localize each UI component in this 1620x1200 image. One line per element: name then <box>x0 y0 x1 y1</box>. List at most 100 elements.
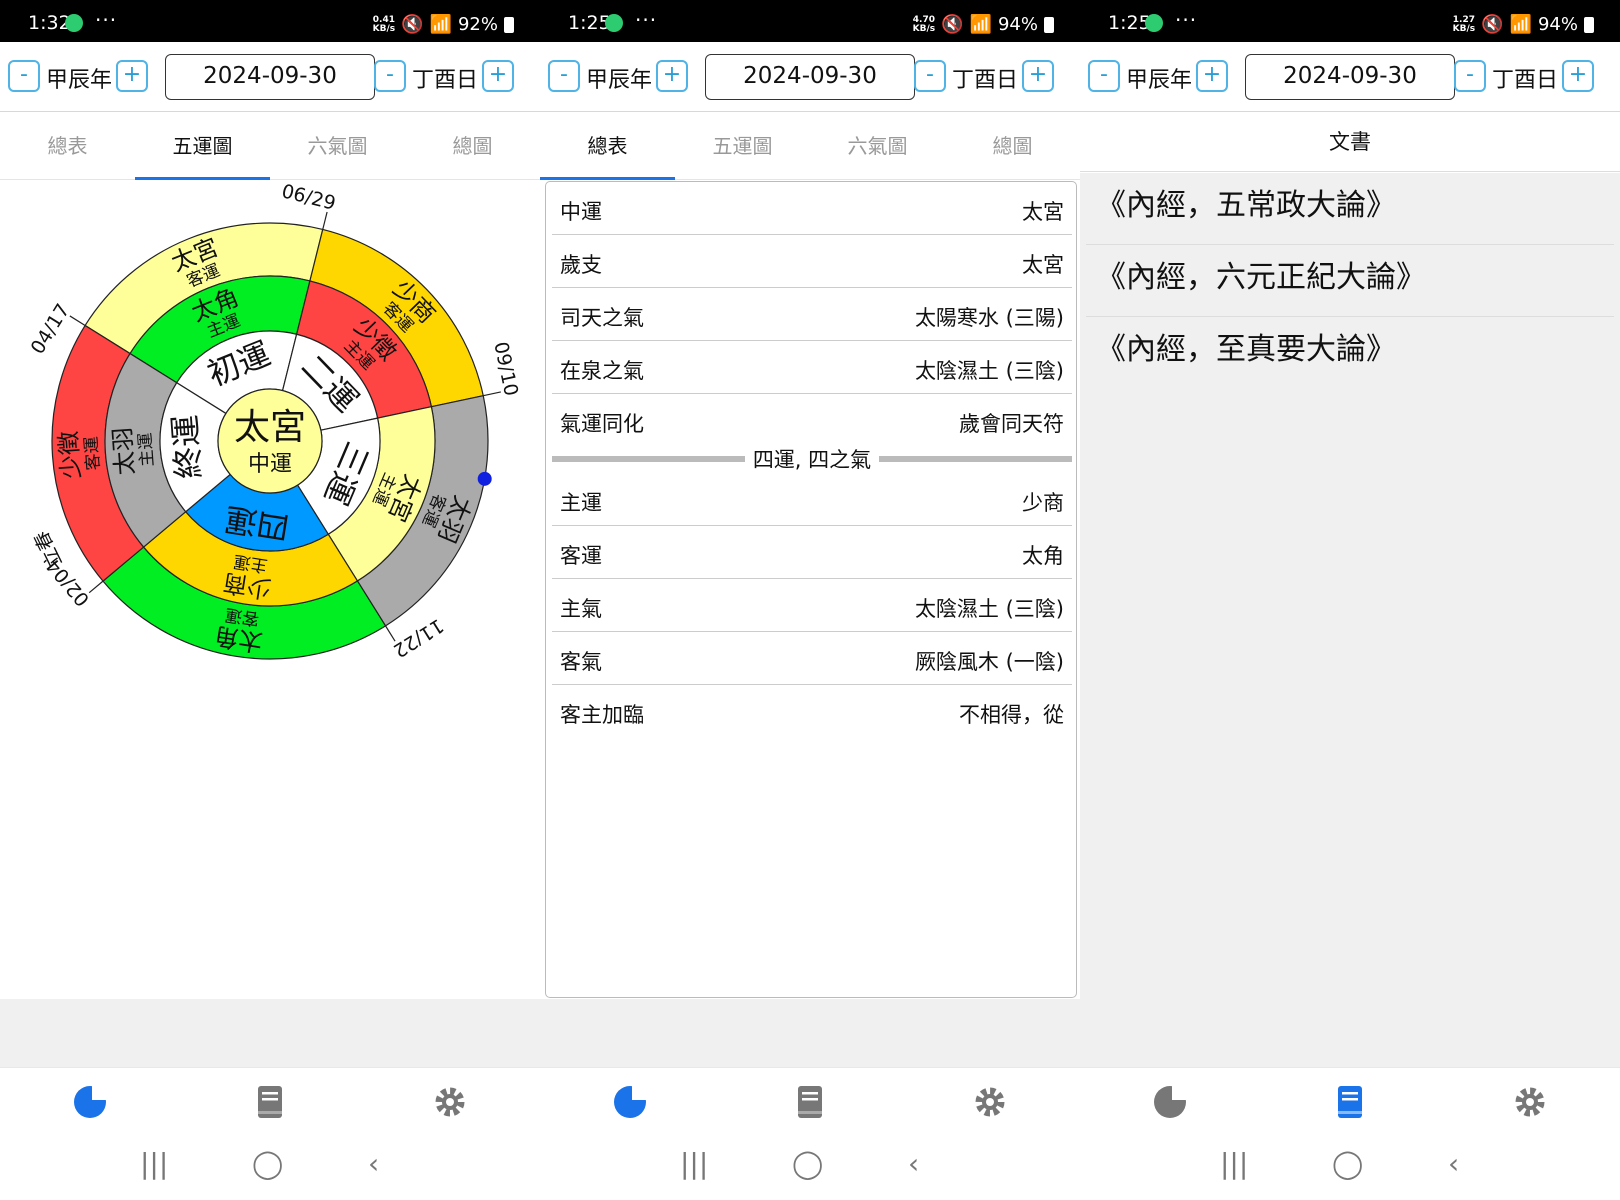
tab-summary[interactable]: 總表 <box>0 112 135 180</box>
battery-icon <box>1584 16 1594 33</box>
row-label: 司天之氣 <box>560 306 644 330</box>
signal-icon: 📶 <box>1509 14 1532 35</box>
document-item[interactable]: 《內經，至真要大論》 <box>1086 317 1614 389</box>
system-nav-bar: ||| ◯ ‹ <box>1080 1135 1620 1200</box>
year-minus-button[interactable]: - <box>548 60 580 92</box>
table-row: 主運 少商 <box>552 473 1072 526</box>
boundary-date-label: 11/22 <box>389 614 447 662</box>
day-label: 丁酉日 <box>1492 68 1559 93</box>
panel-documents: 1:25 ··· 1.27 KB/s 🔇 📶 94% - 甲辰年 + 2024-0… <box>1080 0 1620 1200</box>
year-plus-button[interactable]: + <box>656 60 688 92</box>
summary-table: 中運 太宮 歲支 太宮 司天之氣 太陽寒水 (三陽) 在泉之氣 太陰濕土 (三陰) 氣運… <box>545 181 1077 998</box>
tab-wuyun[interactable]: 五運圖 <box>675 112 810 180</box>
recent-apps-button[interactable]: ||| <box>140 1147 168 1180</box>
boundary-date-label: 06/29 <box>279 181 337 215</box>
document-item[interactable]: 《內經，六元正紀大論》 <box>1086 245 1614 317</box>
tab-bar: 總表 五運圖 六氣圖 總圖 <box>0 112 540 180</box>
book-icon[interactable] <box>250 1082 290 1122</box>
row-label: 中運 <box>560 200 602 224</box>
divider-label: 四運, 四之氣 <box>744 448 880 472</box>
date-tick <box>483 391 501 397</box>
tab-overview[interactable]: 總圖 <box>945 112 1080 180</box>
gear-icon[interactable] <box>970 1082 1010 1122</box>
tab-summary[interactable]: 總表 <box>540 112 675 180</box>
content-spacer <box>540 999 1080 1067</box>
date-field[interactable]: 2024-09-30 <box>165 54 375 100</box>
home-button[interactable]: ◯ <box>1332 1147 1363 1180</box>
network-speed: 1.27 KB/s <box>1452 14 1476 34</box>
date-tick <box>322 211 328 230</box>
table-row: 氣運同化 歲會同天符 <box>552 394 1072 447</box>
tab-liuqi[interactable]: 六氣圖 <box>270 112 405 180</box>
gear-icon[interactable] <box>430 1082 470 1122</box>
mute-icon: 🔇 <box>1481 14 1504 35</box>
year-minus-button[interactable]: - <box>1088 60 1120 92</box>
row-value: 不相得，從 <box>959 703 1064 727</box>
recent-apps-button[interactable]: ||| <box>680 1147 708 1180</box>
year-minus-button[interactable]: - <box>8 60 40 92</box>
content-spacer <box>0 999 540 1067</box>
table-row: 中運 太宮 <box>552 182 1072 235</box>
documents-title: 文書 <box>1080 112 1620 172</box>
document-item[interactable]: 《內經，五常政大論》 <box>1086 173 1614 245</box>
day-plus-button[interactable]: + <box>1562 60 1594 92</box>
current-date-marker <box>477 471 492 486</box>
book-icon[interactable] <box>790 1082 830 1122</box>
home-button[interactable]: ◯ <box>252 1147 283 1180</box>
main-ring-label: 主運 <box>136 432 158 467</box>
year-plus-button[interactable]: + <box>116 60 148 92</box>
status-bar: 1:32 ··· 0.41 KB/s 🔇 📶 92% <box>0 0 540 42</box>
row-label: 客主加臨 <box>560 703 644 727</box>
tab-liuqi[interactable]: 六氣圖 <box>810 112 945 180</box>
signal-icon: 📶 <box>429 14 452 35</box>
year-label: 甲辰年 <box>1126 68 1193 93</box>
year-plus-button[interactable]: + <box>1196 60 1228 92</box>
home-button[interactable]: ◯ <box>792 1147 823 1180</box>
tab-bar: 總表 五運圖 六氣圖 總圖 <box>540 112 1080 180</box>
row-value: 太角 <box>1022 544 1064 568</box>
network-speed: 0.41 KB/s <box>372 14 396 34</box>
back-button[interactable]: ‹ <box>368 1147 379 1180</box>
status-bar: 1:25 ··· 1.27 KB/s 🔇 📶 94% <box>1080 0 1620 42</box>
day-minus-button[interactable]: - <box>1454 60 1486 92</box>
date-tick <box>88 580 104 594</box>
day-minus-button[interactable]: - <box>914 60 946 92</box>
wuyun-wheel-area: 太宮 客運 太角 主運 初運 少商 客運 少徵 主運 二運 太羽 客運 太宮 主運 三運 太角 客運 少商 主運 四運… <box>0 180 540 999</box>
row-value: 歲會同天符 <box>959 412 1064 436</box>
tab-overview[interactable]: 總圖 <box>405 112 540 180</box>
pie-chart-icon[interactable] <box>610 1082 650 1122</box>
shield-icon <box>65 14 83 32</box>
date-field[interactable]: 2024-09-30 <box>705 54 915 100</box>
wuyun-wheel: 太宮客運太角主運初運少商客運少徵主運二運太羽客運太宮主運三運太角客運少商主運四運… <box>27 180 523 662</box>
row-value: 太陰濕土 (三陰) <box>914 597 1064 621</box>
date-toolbar: - 甲辰年 + 2024-09-30 - 丁酉日 + <box>540 42 1080 112</box>
pie-chart-icon[interactable] <box>70 1082 110 1122</box>
book-icon[interactable] <box>1330 1082 1370 1122</box>
guest-ring-label: 客運 <box>82 436 104 471</box>
status-right: 4.70 KB/s 🔇 📶 94% <box>913 14 1054 35</box>
panel-wuyun-chart: 1:32 ··· 0.41 KB/s 🔇 📶 92% - 甲辰年 + 2024-0… <box>0 0 540 1200</box>
status-bar: 1:25 ··· 4.70 KB/s 🔇 📶 94% <box>540 0 1080 42</box>
pie-chart-icon[interactable] <box>1150 1082 1190 1122</box>
row-value: 太陰濕土 (三陰) <box>914 359 1064 383</box>
row-value: 厥陰風木 (一陰) <box>914 650 1064 674</box>
back-button[interactable]: ‹ <box>908 1147 919 1180</box>
date-field[interactable]: 2024-09-30 <box>1245 54 1455 100</box>
day-plus-button[interactable]: + <box>482 60 514 92</box>
center-sub-label: 中運 <box>248 452 292 477</box>
recent-apps-button[interactable]: ||| <box>1220 1147 1248 1180</box>
day-plus-button[interactable]: + <box>1022 60 1054 92</box>
center-main-label: 太宮 <box>234 407 306 448</box>
day-minus-button[interactable]: - <box>374 60 406 92</box>
back-button[interactable]: ‹ <box>1448 1147 1459 1180</box>
table-row: 客運 太角 <box>552 526 1072 579</box>
table-row: 歲支 太宮 <box>552 235 1072 288</box>
row-label: 客氣 <box>560 650 602 674</box>
gear-icon[interactable] <box>1510 1082 1550 1122</box>
shield-icon <box>1145 14 1163 32</box>
row-value: 少商 <box>1022 491 1064 515</box>
mute-icon: 🔇 <box>941 14 964 35</box>
more-dots-icon: ··· <box>95 8 118 32</box>
table-row: 在泉之氣 太陰濕土 (三陰) <box>552 341 1072 394</box>
tab-wuyun[interactable]: 五運圖 <box>135 112 270 180</box>
